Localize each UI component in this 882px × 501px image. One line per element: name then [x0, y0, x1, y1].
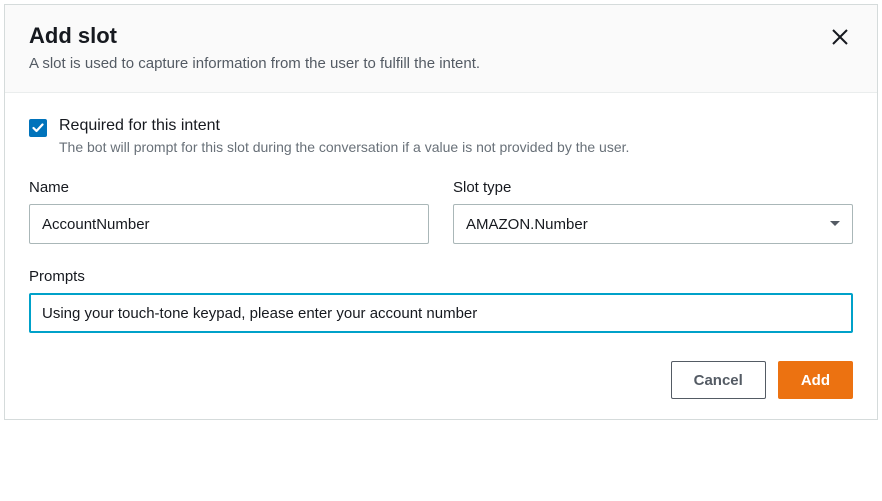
close-icon — [831, 25, 849, 52]
dialog-subtitle: A slot is used to capture information fr… — [29, 55, 480, 72]
cancel-button[interactable]: Cancel — [671, 361, 766, 399]
required-text: Required for this intent The bot will pr… — [59, 117, 629, 155]
dialog-header: Add slot A slot is used to capture infor… — [5, 5, 877, 93]
prompts-input[interactable] — [29, 293, 853, 333]
add-button[interactable]: Add — [778, 361, 853, 399]
prompts-label: Prompts — [29, 268, 853, 285]
name-field: Name — [29, 179, 429, 244]
slot-type-select-wrap: AMAZON.Number — [453, 204, 853, 244]
add-slot-dialog: Add slot A slot is used to capture infor… — [4, 4, 878, 420]
slot-type-select[interactable]: AMAZON.Number — [453, 204, 853, 244]
slot-type-value: AMAZON.Number — [466, 216, 588, 233]
name-label: Name — [29, 179, 429, 196]
name-type-row: Name Slot type AMAZON.Number — [29, 179, 853, 244]
check-icon — [32, 122, 44, 134]
required-checkbox[interactable] — [29, 119, 47, 137]
dialog-body: Required for this intent The bot will pr… — [5, 93, 877, 361]
slot-type-label: Slot type — [453, 179, 853, 196]
slot-type-field: Slot type AMAZON.Number — [453, 179, 853, 244]
dialog-header-text: Add slot A slot is used to capture infor… — [29, 23, 480, 72]
required-help: The bot will prompt for this slot during… — [59, 139, 629, 155]
dialog-title: Add slot — [29, 23, 480, 49]
name-input[interactable] — [29, 204, 429, 244]
close-button[interactable] — [827, 23, 853, 55]
prompts-field: Prompts — [29, 268, 853, 333]
required-checkbox-row: Required for this intent The bot will pr… — [29, 117, 853, 155]
dialog-footer: Cancel Add — [5, 361, 877, 419]
required-label: Required for this intent — [59, 117, 629, 135]
